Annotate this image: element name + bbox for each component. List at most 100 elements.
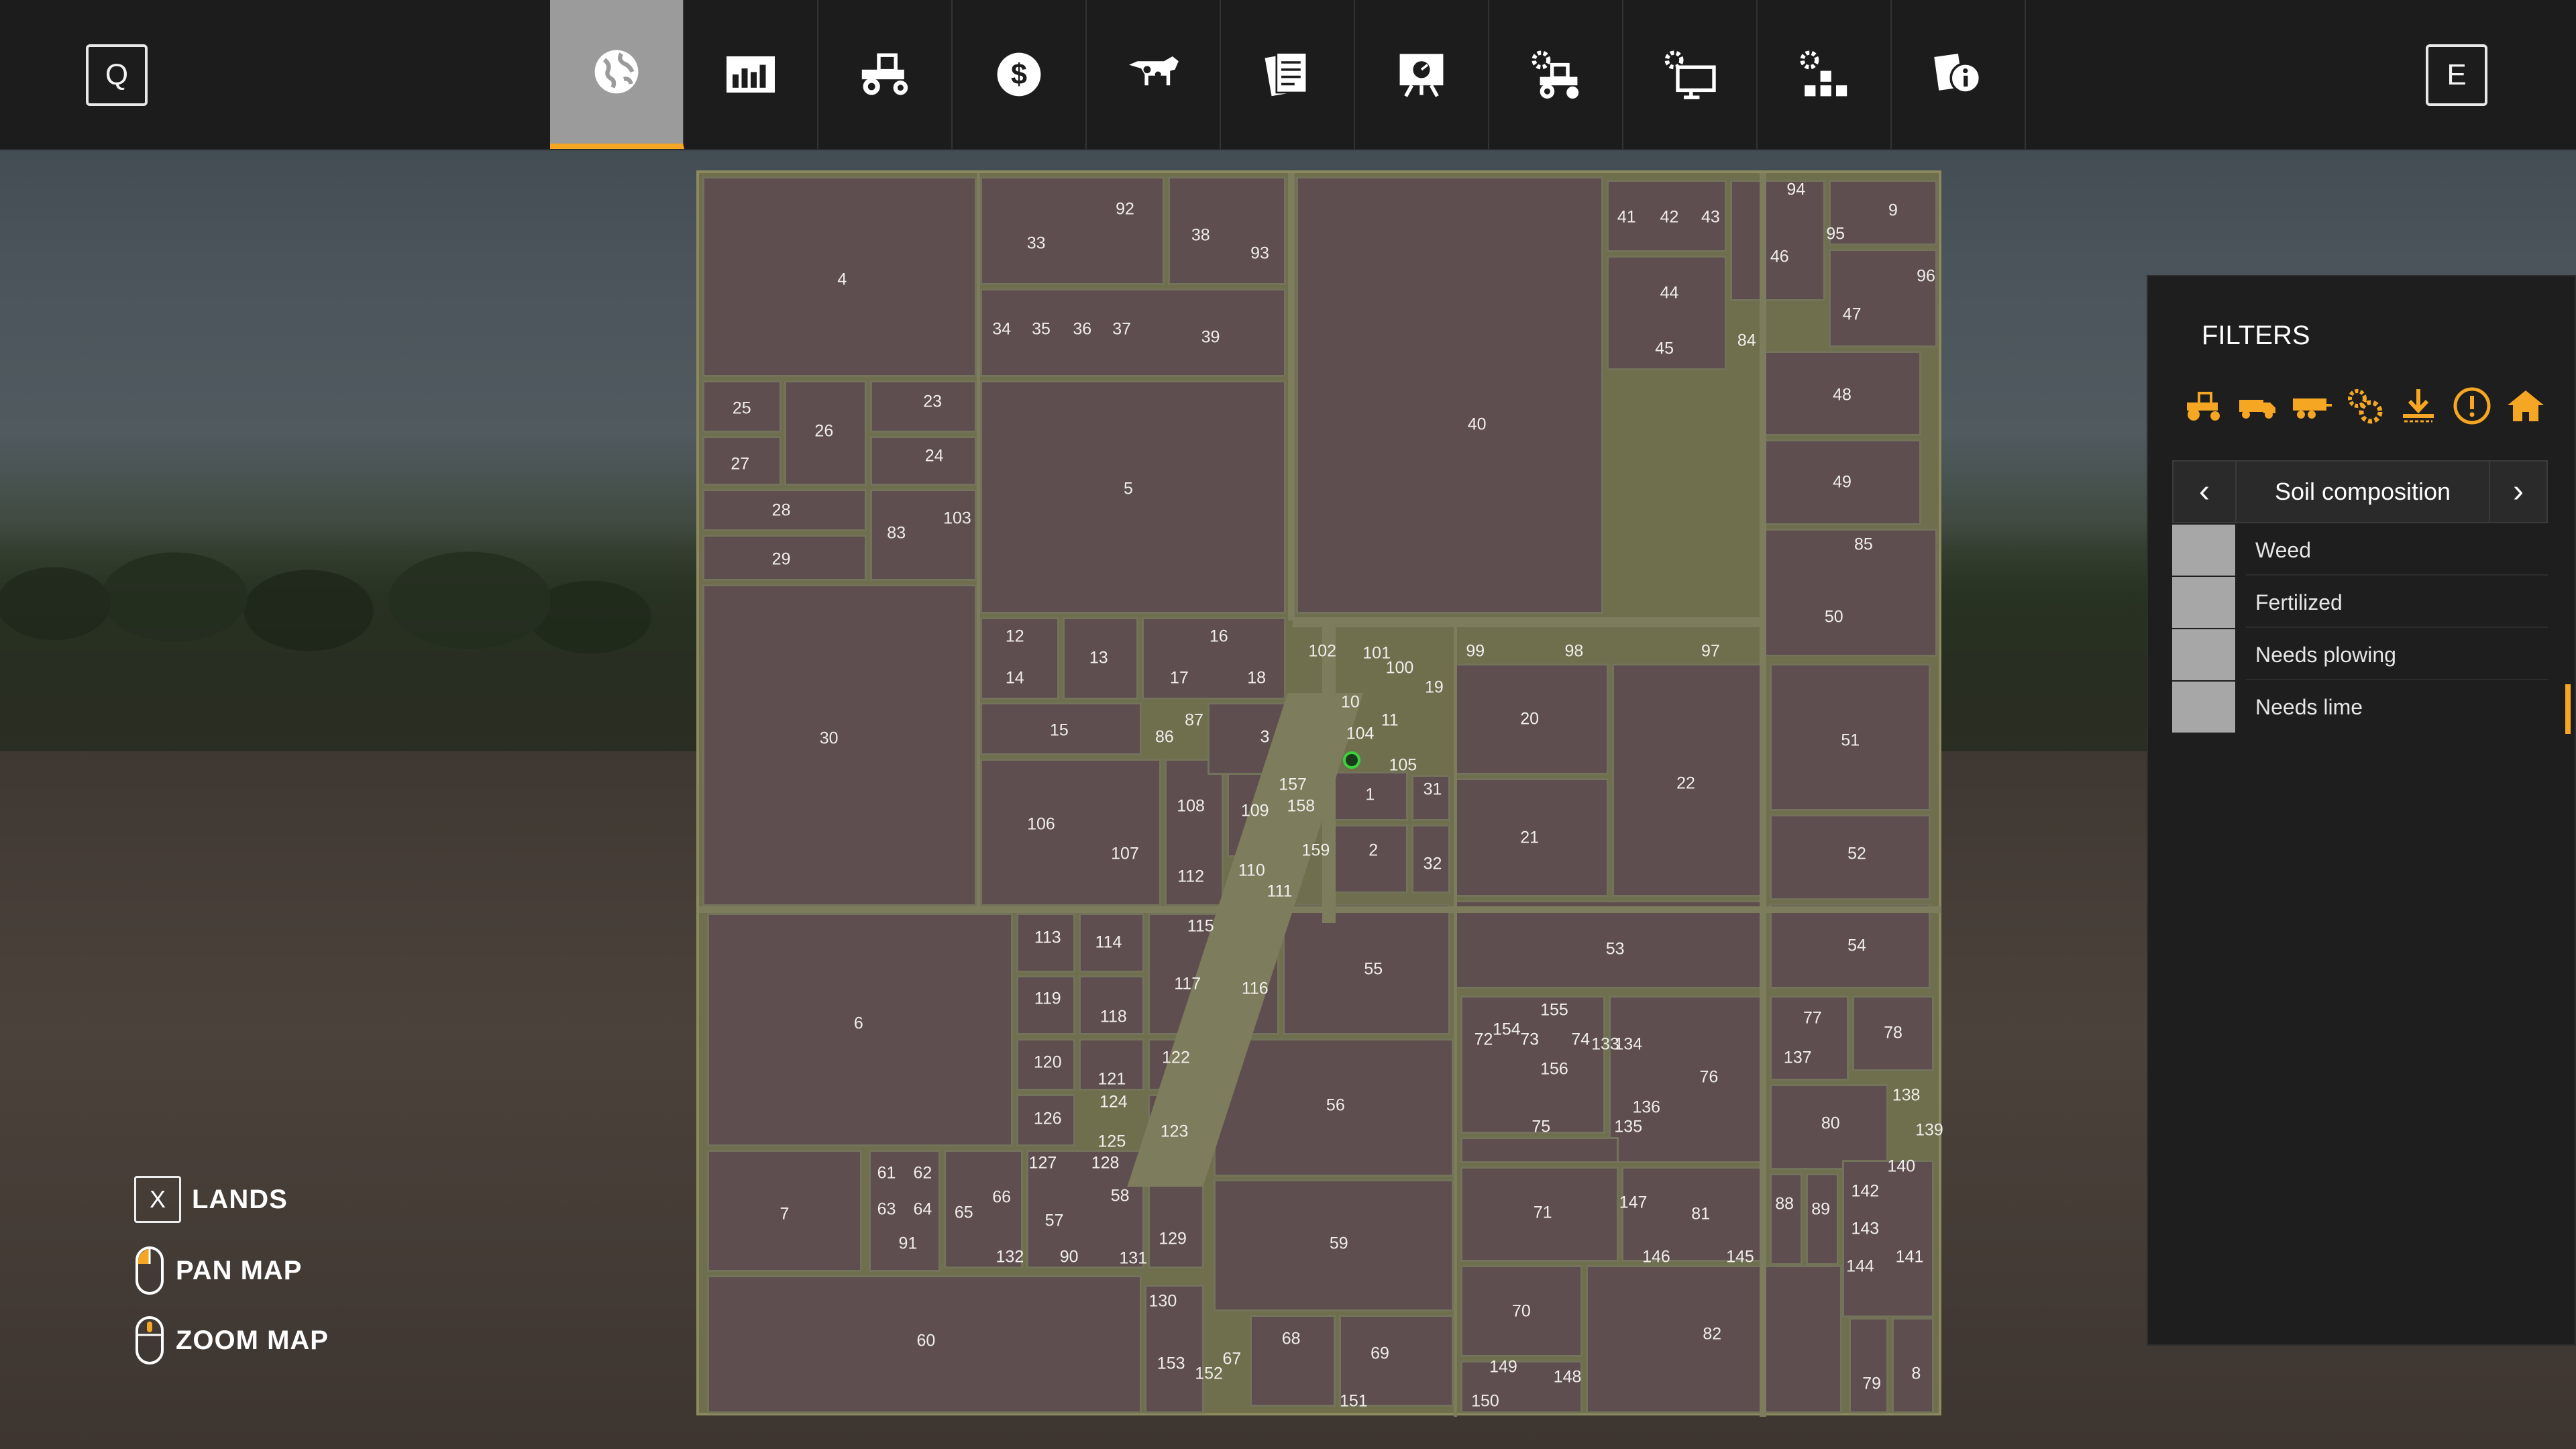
field-parcel[interactable] xyxy=(1608,995,1767,1163)
field-number-label: 101 xyxy=(1362,643,1391,663)
farmhouse-filter-icon[interactable] xyxy=(2504,384,2548,428)
truck-filter-icon[interactable] xyxy=(2235,384,2279,428)
field-number-label: 29 xyxy=(771,549,791,569)
field-parcel[interactable] xyxy=(1730,179,1826,302)
field-number-label: 60 xyxy=(916,1331,936,1350)
field-parcel[interactable] xyxy=(1770,1173,1803,1265)
field-number-label: 72 xyxy=(1474,1030,1493,1049)
field-parcel[interactable] xyxy=(1848,1318,1888,1413)
tab-animals[interactable] xyxy=(1087,0,1221,149)
field-number-label: 92 xyxy=(1116,199,1134,219)
field-number-label: 15 xyxy=(1050,720,1069,740)
tab-tutorial[interactable] xyxy=(1355,0,1489,149)
field-number-label: 131 xyxy=(1119,1248,1148,1268)
tab-general-settings[interactable] xyxy=(1623,0,1758,149)
field-number-label: 126 xyxy=(1033,1109,1062,1128)
field-number-label: 70 xyxy=(1511,1301,1531,1321)
field-number-label: 78 xyxy=(1884,1023,1902,1042)
tractor-filter-icon[interactable] xyxy=(2182,384,2226,428)
field-number-label: 74 xyxy=(1571,1030,1591,1049)
field-number-label: 139 xyxy=(1915,1120,1943,1140)
tab-contracts[interactable] xyxy=(1221,0,1355,149)
presentation-icon xyxy=(1399,54,1444,97)
tab-production[interactable] xyxy=(1758,0,1892,149)
field-number-label: 145 xyxy=(1726,1247,1754,1267)
production-icon xyxy=(1800,50,1847,97)
field-number-label: 48 xyxy=(1833,385,1851,405)
field-number-label: 59 xyxy=(1329,1234,1348,1253)
selector-next-button[interactable]: › xyxy=(2487,462,2549,522)
field-parcel[interactable] xyxy=(1460,995,1605,1134)
field-number-label: 69 xyxy=(1371,1344,1389,1363)
selector-label: Soil composition xyxy=(2235,462,2490,522)
field-number-label: 76 xyxy=(1699,1067,1719,1087)
field-number-label: 46 xyxy=(1770,247,1789,266)
vehicle-settings-icon xyxy=(1532,50,1579,99)
field-number-label: 75 xyxy=(1532,1117,1551,1136)
field-number-label: 5 xyxy=(1123,479,1133,498)
field-parcel[interactable] xyxy=(1250,1314,1336,1407)
field-number-label: 97 xyxy=(1701,641,1720,661)
farm-map[interactable]: 1 2 3 4 5 6 7 8 9 10 11 12 13 14 15 16 17 18 19 20 21 22 23 24 2… xyxy=(696,170,1943,1417)
field-number-label: 120 xyxy=(1033,1053,1062,1072)
pan-map-label: PAN MAP xyxy=(176,1255,303,1285)
map-road xyxy=(699,906,1941,914)
legend-item-needs-lime[interactable]: Needs lime xyxy=(2172,682,2548,733)
field-parcel[interactable] xyxy=(980,176,1165,285)
field-number-label: 121 xyxy=(1097,1069,1126,1089)
tab-finances[interactable]: $ xyxy=(953,0,1087,149)
field-number-label: 82 xyxy=(1703,1324,1722,1344)
field-number-label: 47 xyxy=(1842,305,1862,324)
field-number-label: 132 xyxy=(996,1247,1024,1267)
legend-label: Needs plowing xyxy=(2255,643,2396,667)
previous-page-key[interactable]: Q xyxy=(86,44,148,106)
field-number-label: 113 xyxy=(1034,928,1061,947)
field-number-label: 45 xyxy=(1655,339,1674,358)
hint-lands[interactable]: X LANDS xyxy=(134,1173,288,1226)
legend-scroll-indicator[interactable] xyxy=(2565,684,2571,734)
field-parcel[interactable] xyxy=(1763,528,1938,657)
tools-filter-icon[interactable] xyxy=(2343,384,2387,428)
field-parcel[interactable] xyxy=(980,288,1287,377)
field-parcel[interactable] xyxy=(1806,1173,1839,1265)
field-number-label: 105 xyxy=(1389,755,1417,775)
field-number-label: 21 xyxy=(1520,828,1540,847)
field-number-label: 26 xyxy=(814,421,834,441)
tab-vehicles[interactable] xyxy=(818,0,953,149)
player-position-marker[interactable] xyxy=(1343,751,1361,769)
tab-help[interactable] xyxy=(1892,0,2026,149)
field-parcel[interactable] xyxy=(869,436,977,486)
cow-icon xyxy=(1129,56,1179,86)
field-parcel[interactable] xyxy=(980,758,1161,907)
next-page-key[interactable]: E xyxy=(2426,44,2487,106)
selector-prev-button[interactable]: ‹ xyxy=(2174,462,2235,522)
legend-item-needs-plowing[interactable]: Needs plowing xyxy=(2172,629,2548,680)
field-parcel[interactable] xyxy=(1167,176,1287,285)
field-number-label: 81 xyxy=(1691,1204,1711,1224)
field-number-label: 80 xyxy=(1821,1114,1840,1133)
field-number-label: 129 xyxy=(1159,1229,1187,1248)
tab-game-settings[interactable] xyxy=(1489,0,1623,149)
sell-point-filter-icon[interactable] xyxy=(2396,384,2440,428)
field-parcel[interactable] xyxy=(1295,176,1604,614)
field-parcel[interactable] xyxy=(1829,179,1938,246)
tab-map[interactable] xyxy=(550,0,684,149)
field-parcel[interactable] xyxy=(1829,248,1938,347)
tab-statistics[interactable] xyxy=(684,0,818,149)
field-parcel[interactable] xyxy=(702,584,977,907)
legend-item-fertilized[interactable]: Fertilized xyxy=(2172,577,2548,628)
field-number-label: 50 xyxy=(1824,607,1843,627)
field-number-label: 17 xyxy=(1170,668,1189,688)
field-parcel[interactable] xyxy=(980,380,1287,614)
trailer-filter-icon[interactable] xyxy=(2289,384,2333,428)
field-parcel[interactable] xyxy=(869,488,977,582)
legend-item-weed[interactable]: Weed xyxy=(2172,525,2548,576)
field-number-label: 159 xyxy=(1301,841,1330,860)
map-road xyxy=(1454,627,1458,1417)
field-number-label: 11 xyxy=(1381,710,1399,730)
field-number-label: 77 xyxy=(1803,1008,1822,1028)
field-number-label: 64 xyxy=(913,1199,932,1219)
warning-filter-icon[interactable] xyxy=(2450,384,2494,428)
field-parcel[interactable] xyxy=(1460,1136,1619,1163)
field-number-label: 13 xyxy=(1089,648,1108,667)
